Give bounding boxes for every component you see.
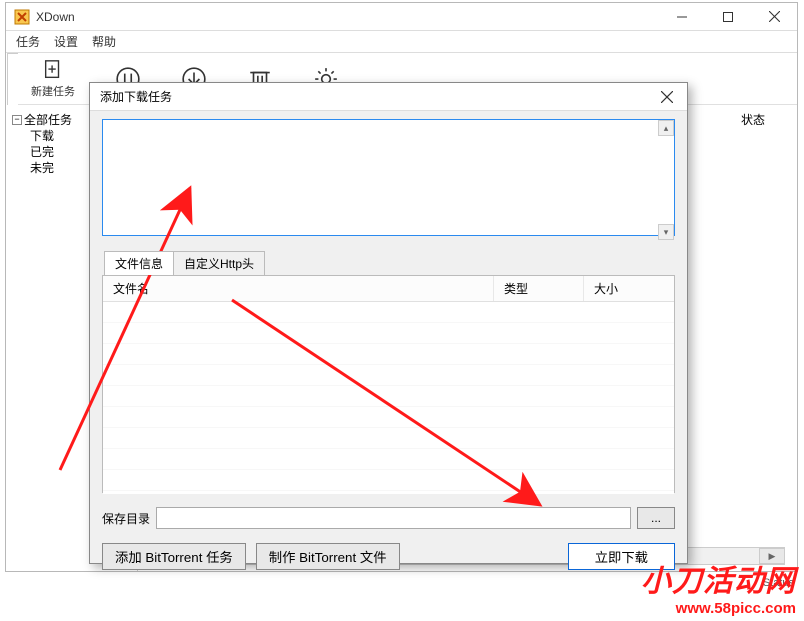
dialog-buttons: 添加 BitTorrent 任务 制作 BitTorrent 文件 立即下载 [102,543,675,570]
make-bittorrent-button[interactable]: 制作 BitTorrent 文件 [256,543,400,570]
tree-root-label: 全部任务 [24,111,72,128]
add-task-dialog: 添加下载任务 ▴ ▾ 文件信息 自定义Http头 文件名 类型 大小 保存目录 … [89,82,688,564]
watermark-url: www.58picc.com [641,600,796,617]
save-dir-input[interactable] [156,507,631,529]
file-table: 文件名 类型 大小 [102,275,675,493]
dialog-close-button[interactable] [647,83,687,110]
dialog-title-bar: 添加下载任务 [90,83,687,111]
save-dir-label: 保存目录 [102,510,150,527]
window-controls [659,3,797,30]
dialog-title: 添加下载任务 [100,88,647,105]
add-bittorrent-button[interactable]: 添加 BitTorrent 任务 [102,543,246,570]
tabs: 文件信息 自定义Http头 [104,251,675,275]
col-filename[interactable]: 文件名 [103,276,494,301]
new-task-button[interactable]: 新建任务 [31,59,75,99]
file-table-header: 文件名 类型 大小 [103,276,674,302]
url-input-wrap: ▴ ▾ [102,119,675,241]
col-type[interactable]: 类型 [494,276,584,301]
scroll-up-icon[interactable]: ▴ [658,120,674,136]
col-size[interactable]: 大小 [584,276,674,301]
window-title: XDown [36,10,659,24]
maximize-button[interactable] [705,3,751,30]
menu-bar: 任务 设置 帮助 [6,31,797,53]
tab-custom-http[interactable]: 自定义Http头 [173,251,265,275]
app-icon [14,9,30,25]
close-button[interactable] [751,3,797,30]
watermark-cn: 小刀活动网 [641,556,796,600]
menu-tasks[interactable]: 任务 [16,33,40,50]
tab-file-info[interactable]: 文件信息 [104,251,174,275]
new-task-label: 新建任务 [31,83,75,99]
dialog-body: ▴ ▾ 文件信息 自定义Http头 文件名 类型 大小 保存目录 ... 添加 … [90,111,687,582]
url-input[interactable] [102,119,675,236]
plus-file-icon [42,59,64,81]
browse-button[interactable]: ... [637,507,675,529]
state-column-header: 状态 [741,111,765,128]
minimize-button[interactable] [659,3,705,30]
save-row: 保存目录 ... [102,507,675,529]
menu-settings[interactable]: 设置 [54,33,78,50]
watermark: 小刀活动网 www.58picc.com [641,556,796,617]
menu-help[interactable]: 帮助 [92,33,116,50]
scroll-down-icon[interactable]: ▾ [658,224,674,240]
collapse-icon[interactable]: − [12,115,22,125]
file-table-rows [103,302,674,494]
title-bar: XDown [6,3,797,31]
